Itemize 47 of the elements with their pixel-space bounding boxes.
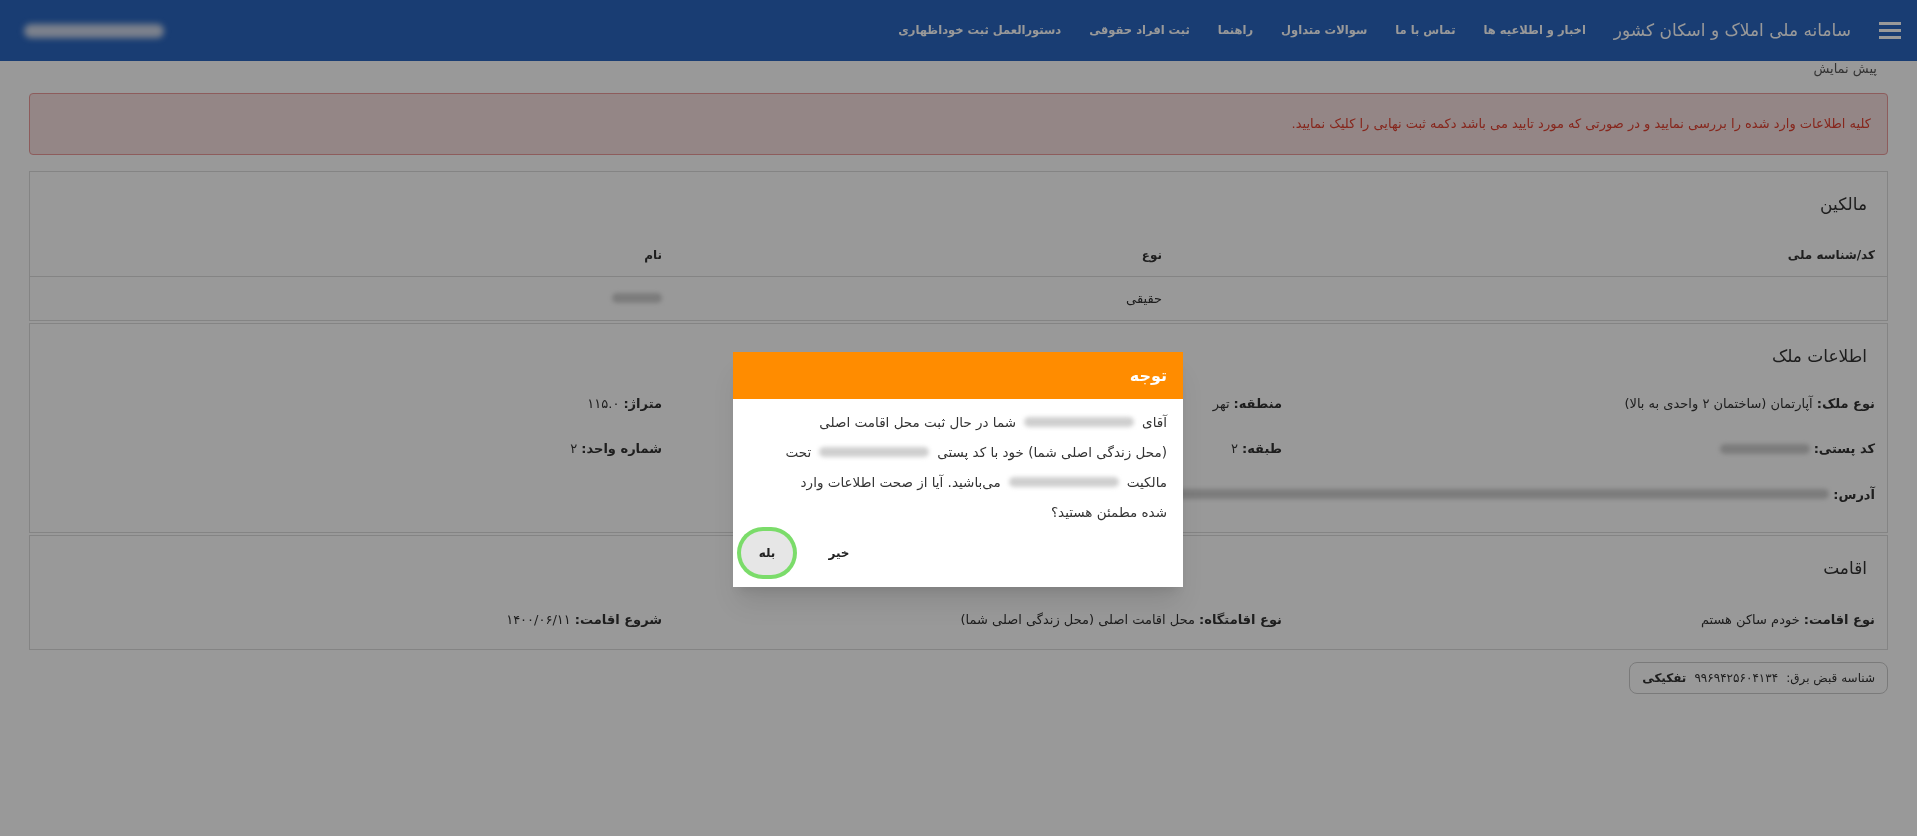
nav-link[interactable]: تماس با ما (1395, 21, 1456, 40)
column-header: نوع (1141, 246, 1162, 264)
nav-link[interactable]: اخبار و اطلاعیه ها (1483, 21, 1586, 40)
column-header: کد/شناسه ملی (1787, 246, 1875, 264)
dialog-message: مالکیت (1126, 473, 1167, 492)
bill-value: ۹۹۶۹۴۲۵۶۰۴۱۳۴ (1694, 670, 1779, 687)
field-label: شروع اقامت: (574, 610, 662, 629)
section-title: مالکین (1820, 193, 1867, 216)
field-label: شماره واحد: (581, 440, 662, 458)
dialog-button[interactable]: خیر (813, 531, 865, 575)
alert-text: کلیه اطلاعات وارد شده را بررسی نمایید و در صورتی که مورد تایید می باشد دکمه ثبت نهایی را کلیک نمایید. (1291, 115, 1871, 134)
site-title: سامانه ملی املاک و اسکان کشور (1613, 18, 1851, 42)
dialog-message: تحت (785, 443, 812, 462)
bill-label: شناسه قبض برق: (1786, 670, 1875, 687)
field-label: نوع اقامتگاه: (1199, 610, 1282, 629)
nav-link[interactable]: دستورالعمل ثبت خوداظهاری (898, 21, 1062, 40)
table-cell-text: حقیقی (1126, 289, 1162, 308)
dialog-message: می‌باشید. آیا از صحت اطلاعات وارد (800, 473, 1001, 493)
field-value: خودم ساکن هستم (1700, 610, 1800, 629)
dialog-message: آقای (1142, 413, 1167, 432)
field-label: منطقه: (1233, 394, 1282, 413)
menu-icon[interactable] (1879, 22, 1901, 39)
nav-link[interactable]: ثبت افراد حقوقی (1089, 21, 1190, 40)
dialog-message: شده مطمئن هستید؟ (1050, 503, 1167, 523)
dialog-title: توجه (1129, 364, 1167, 387)
field-value: محل اقامت اصلی (محل زندگی اصلی شما) (960, 610, 1196, 629)
dialog-message: (محل زندگی اصلی شما) خود با کد پستی (937, 443, 1167, 463)
tab-label: پیش نمایش (1813, 60, 1877, 79)
field-label: طبقه: (1242, 440, 1282, 458)
field-value: ۲ (570, 440, 578, 458)
field-label: کد پستی: (1813, 440, 1875, 458)
field-label: نوع اقامت: (1803, 610, 1875, 629)
nav-link[interactable]: راهنما (1217, 21, 1254, 40)
field-label: آدرس: (1833, 485, 1875, 504)
field-value: آپارتمان (ساختمان ۲ واحدی به بالا) (1624, 394, 1813, 413)
dialog-message: شما در حال ثبت محل اقامت اصلی (819, 413, 1017, 432)
field-label: متراژ: (623, 394, 662, 413)
bill-tag: تفکیکی (1642, 669, 1687, 687)
field-value: ۱۴۰۰/۰۶/۱۱ (506, 610, 571, 629)
column-header: نام (644, 246, 662, 264)
nav-link[interactable]: سوالات متداول (1281, 21, 1368, 40)
field-value: تهر (1212, 394, 1230, 413)
section-title: اطلاعات ملک (1771, 345, 1867, 368)
field-value: ۲ (1231, 440, 1238, 458)
field-value: ۱۱۵.۰ (587, 394, 620, 413)
section-title: اقامت (1823, 557, 1867, 580)
field-label: نوع ملک: (1816, 394, 1875, 413)
